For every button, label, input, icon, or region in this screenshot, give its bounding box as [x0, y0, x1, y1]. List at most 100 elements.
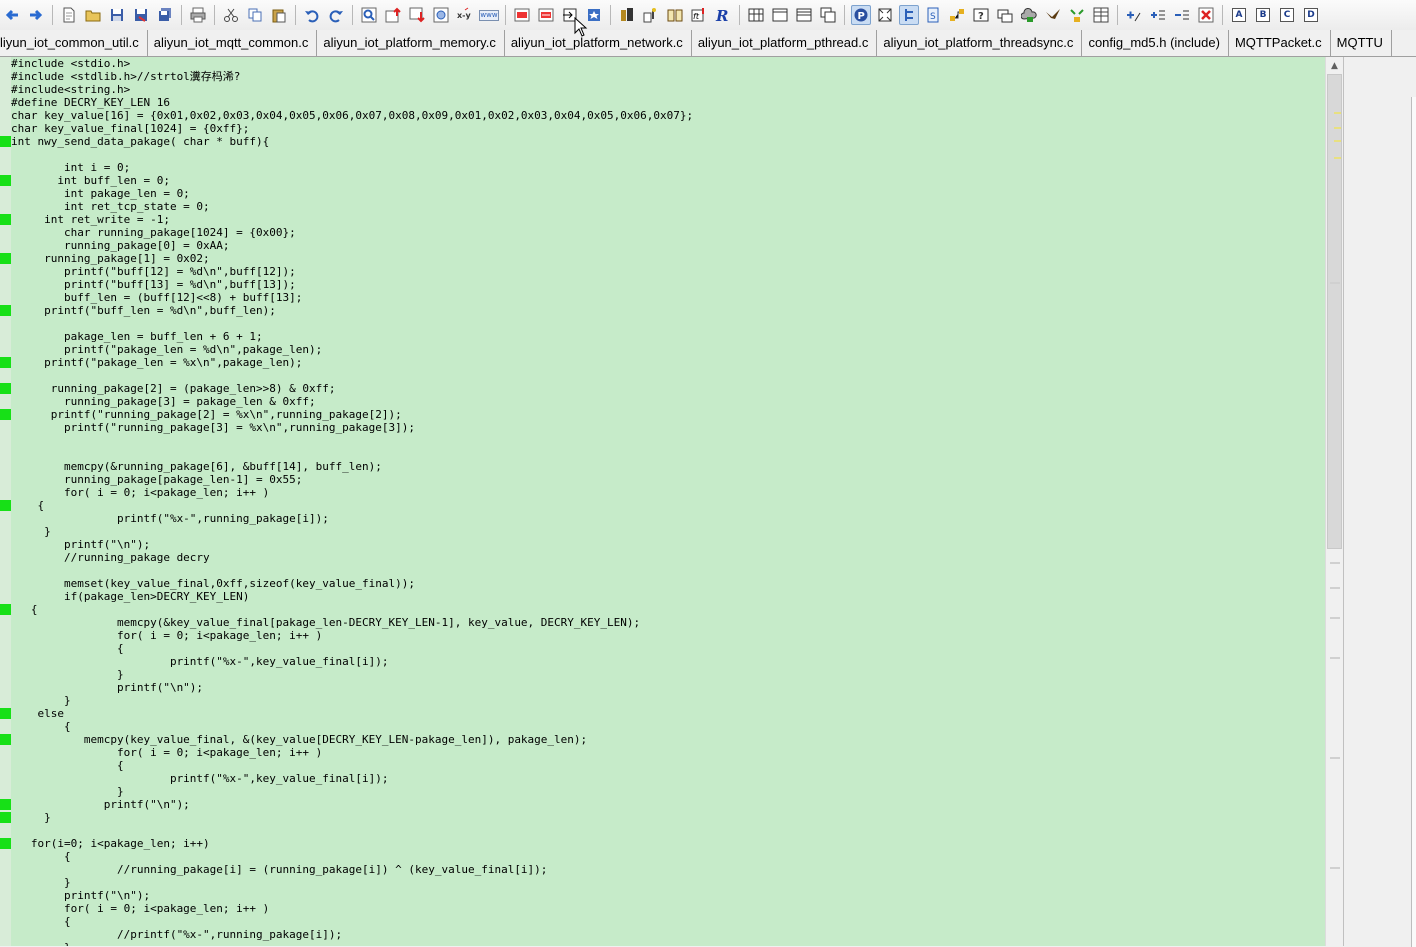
code-line: #include<string.h> — [11, 83, 131, 96]
chat-icon[interactable] — [995, 5, 1015, 25]
back-arrow-icon[interactable] — [2, 5, 22, 25]
bird-icon[interactable] — [1043, 5, 1063, 25]
svg-text:S: S — [930, 12, 936, 22]
project-icon[interactable]: P — [851, 5, 871, 25]
close-red-icon[interactable] — [1196, 5, 1216, 25]
file-tab[interactable]: MQTTPacket.c — [1229, 30, 1331, 56]
symbol-icon[interactable] — [641, 5, 661, 25]
code-line: //running_pakage decry — [11, 551, 210, 564]
file-tab-bar: liyun_iot_common_util.c aliyun_iot_mqtt_c… — [0, 30, 1416, 57]
scroll-up-arrow-icon[interactable]: ▲ — [1326, 57, 1343, 74]
code-line: #include <stdlib.h>//strtol瀵存杩浠? — [11, 70, 241, 83]
file-tab[interactable]: liyun_iot_common_util.c — [0, 30, 148, 56]
add-item-icon[interactable] — [1148, 5, 1168, 25]
file-tab[interactable]: config_md5.h (include) — [1082, 30, 1229, 56]
b-icon[interactable]: B — [1253, 5, 1273, 25]
open-folder-icon[interactable] — [83, 5, 103, 25]
r-icon[interactable]: R — [713, 5, 733, 25]
scroll-marker — [1334, 140, 1341, 142]
code-line: #include <stdio.h> — [11, 57, 131, 70]
c-icon-label: C — [1280, 8, 1294, 22]
svg-text:ft: ft — [693, 12, 700, 21]
code-line: printf("%x-",key_value_final[i]); — [11, 772, 389, 785]
table-icon[interactable] — [1091, 5, 1111, 25]
web-icon[interactable]: www — [479, 5, 499, 25]
find-icon[interactable] — [359, 5, 379, 25]
d-icon[interactable]: D — [1301, 5, 1321, 25]
vertical-scrollbar[interactable]: ▲ — [1325, 57, 1343, 946]
code-line: printf("\n"); — [11, 798, 190, 811]
code-line: int buff_len = 0; — [11, 174, 170, 187]
svg-text:R: R — [715, 7, 728, 23]
window-single-icon[interactable] — [770, 5, 790, 25]
window-cascade-icon[interactable] — [818, 5, 838, 25]
branch-icon[interactable] — [947, 5, 967, 25]
code-line: printf("\n"); — [11, 681, 204, 694]
cut-icon[interactable] — [221, 5, 241, 25]
file-tab[interactable]: aliyun_iot_platform_network.c — [505, 30, 692, 56]
tree-icon[interactable] — [899, 5, 919, 25]
code-line: for( i = 0; i<pakage_len; i++ ) — [11, 902, 270, 915]
web-icon-label: www — [479, 9, 499, 21]
svg-text:x-y: x-y — [457, 11, 471, 20]
code-editor[interactable]: #include <stdio.h> #include <stdlib.h>//s… — [0, 57, 1325, 946]
change-marker — [0, 500, 11, 511]
add-line-icon[interactable] — [1124, 5, 1144, 25]
cloud-icon[interactable] — [1019, 5, 1039, 25]
toolbar: x-y www ft R P S? A B C D — [0, 0, 1416, 31]
code-line: } — [11, 811, 51, 824]
bookmark-toggle-icon[interactable] — [512, 5, 532, 25]
toolbar-separator — [352, 5, 353, 25]
save-all-icon[interactable] — [155, 5, 175, 25]
context-icon[interactable] — [875, 5, 895, 25]
code-line: { — [11, 642, 124, 655]
doc-icon[interactable]: S — [923, 5, 943, 25]
code-line: { — [11, 720, 71, 733]
save-icon[interactable] — [107, 5, 127, 25]
change-marker — [0, 175, 11, 186]
code-line: running_pakage[2] = (pakage_len>>8) & 0x… — [11, 382, 336, 395]
print-icon[interactable] — [188, 5, 208, 25]
code-line: if(pakage_len>DECRY_KEY_LEN) — [11, 590, 250, 603]
book-icon[interactable] — [665, 5, 685, 25]
undo-icon[interactable] — [302, 5, 322, 25]
sync-icon[interactable] — [1067, 5, 1087, 25]
file-tab[interactable]: MQTTU — [1331, 30, 1392, 56]
toolbar-separator — [52, 5, 53, 25]
relation-icon[interactable] — [617, 5, 637, 25]
file-tab[interactable]: aliyun_iot_mqtt_common.c — [148, 30, 318, 56]
help-icon[interactable]: ? — [971, 5, 991, 25]
scroll-marker — [1330, 757, 1340, 759]
svg-text:?: ? — [978, 11, 984, 22]
change-marker — [0, 409, 11, 420]
jump-up-icon[interactable] — [383, 5, 403, 25]
code-line: } — [11, 525, 51, 538]
toolbar-separator — [1222, 5, 1223, 25]
copy-icon[interactable] — [245, 5, 265, 25]
find-in-files-icon[interactable] — [431, 5, 451, 25]
code-line: { — [11, 850, 71, 863]
file-tab[interactable]: aliyun_iot_platform_memory.c — [317, 30, 505, 56]
new-file-icon[interactable] — [59, 5, 79, 25]
file-tab[interactable]: aliyun_iot_platform_threadsync.c — [877, 30, 1083, 56]
a-icon[interactable]: A — [1229, 5, 1249, 25]
redo-icon[interactable] — [326, 5, 346, 25]
toolbar-separator — [844, 5, 845, 25]
file-tab[interactable]: aliyun_iot_platform_pthread.c — [692, 30, 878, 56]
scrollbar-thumb[interactable] — [1327, 74, 1342, 549]
c-icon[interactable]: C — [1277, 5, 1297, 25]
replace-icon[interactable]: x-y — [455, 5, 475, 25]
save-as-icon[interactable] — [131, 5, 151, 25]
window-split-icon[interactable] — [794, 5, 814, 25]
jump-down-icon[interactable] — [407, 5, 427, 25]
code-line: printf("pakage_len = %d\n",pakage_len); — [11, 343, 323, 356]
b-icon-label: B — [1256, 8, 1270, 22]
bookmark-prev-icon[interactable] — [536, 5, 556, 25]
forward-arrow-icon[interactable] — [26, 5, 46, 25]
code-line: for( i = 0; i<pakage_len; i++ ) — [11, 629, 323, 642]
layout-grid-icon[interactable] — [746, 5, 766, 25]
function-icon[interactable]: ft — [689, 5, 709, 25]
code-text[interactable]: #include <stdio.h> #include <stdlib.h>//s… — [11, 57, 1325, 946]
paste-icon[interactable] — [269, 5, 289, 25]
remove-item-icon[interactable] — [1172, 5, 1192, 25]
